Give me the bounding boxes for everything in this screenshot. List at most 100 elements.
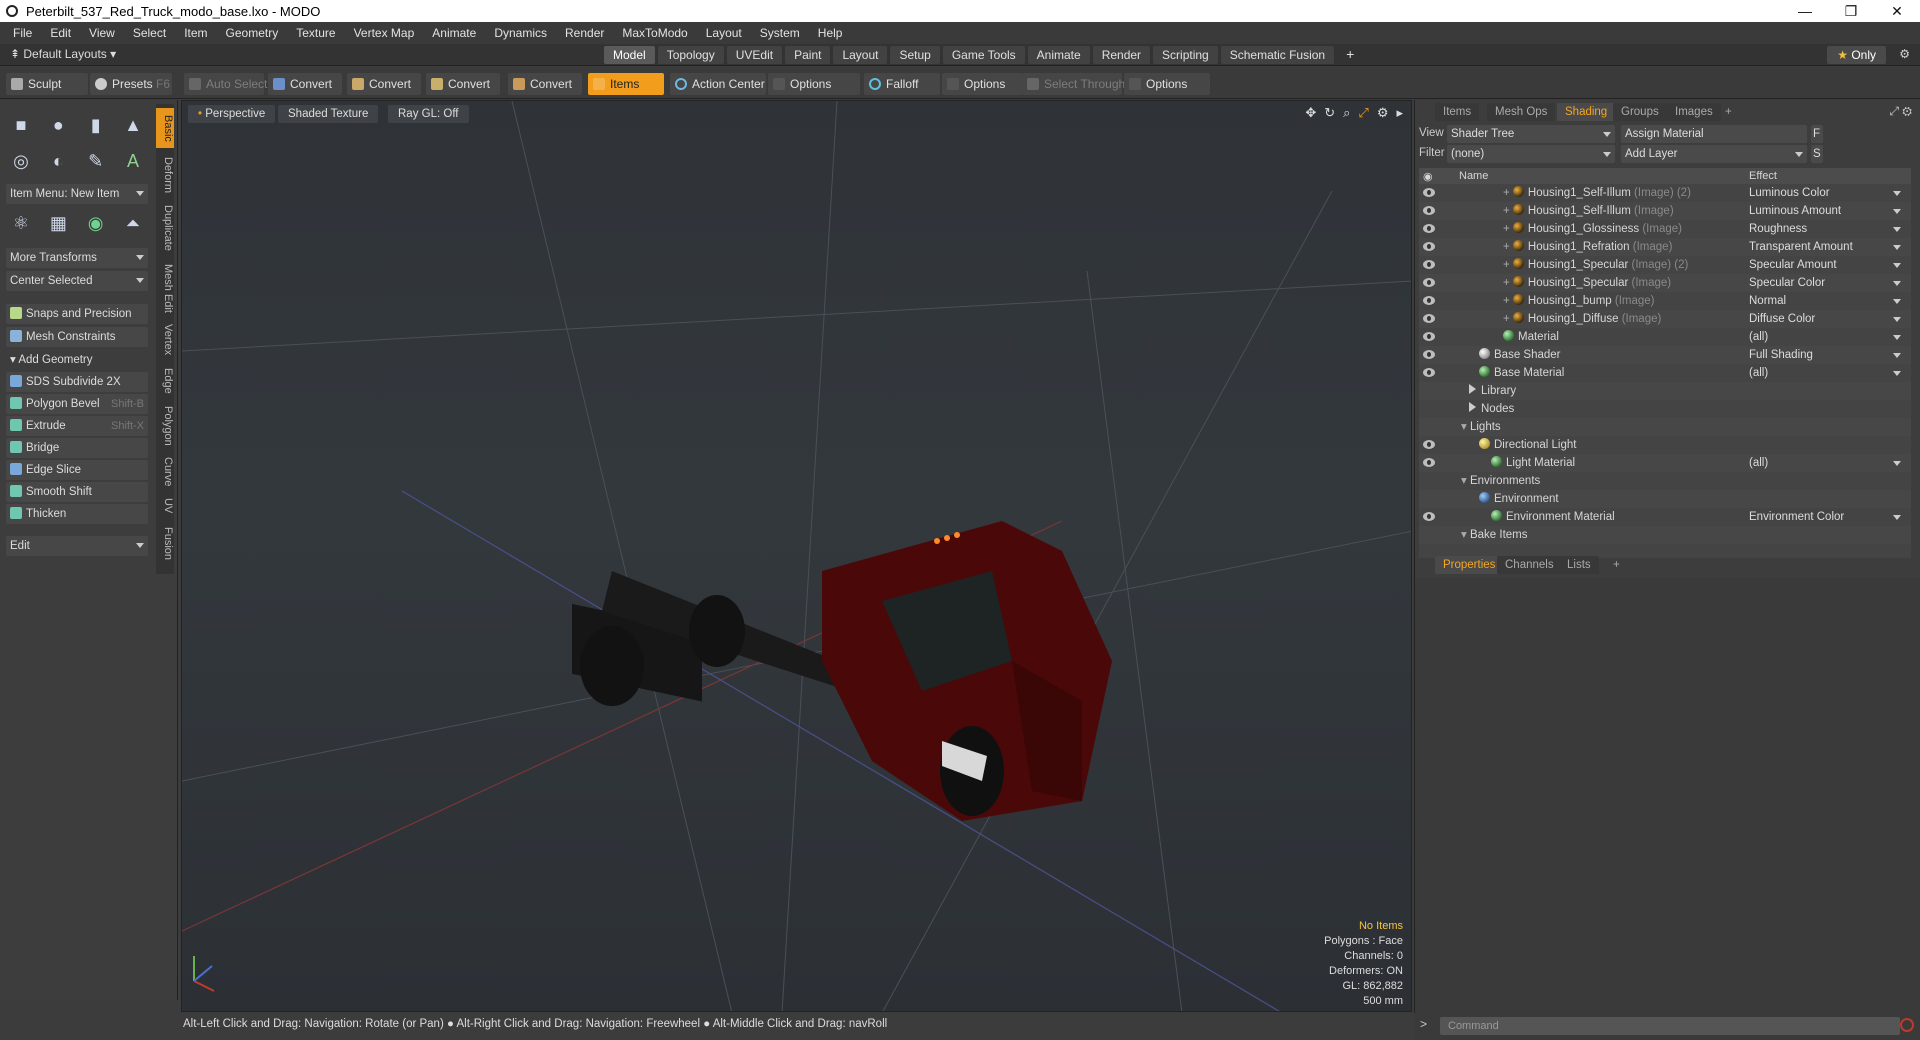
command-input[interactable]: Command bbox=[1440, 1017, 1900, 1035]
effect-dropdown[interactable]: (all) bbox=[1749, 364, 1903, 382]
collapse-triangle-icon[interactable]: ▾ bbox=[1461, 421, 1470, 433]
extrude-button[interactable]: Extrude Shift-X bbox=[6, 416, 148, 436]
visibility-eye-icon[interactable] bbox=[1423, 368, 1435, 377]
visibility-eye-icon[interactable] bbox=[1423, 296, 1435, 305]
f-button[interactable]: F bbox=[1811, 125, 1823, 143]
cylinder-icon[interactable]: ▮ bbox=[81, 110, 111, 140]
vtab-curve[interactable]: Curve bbox=[156, 454, 174, 490]
expand-plus-icon[interactable]: + bbox=[1503, 313, 1513, 325]
edit-dropdown[interactable]: Edit bbox=[6, 536, 148, 556]
tree-row[interactable]: ▾ Environments bbox=[1419, 472, 1911, 490]
visibility-eye-icon[interactable] bbox=[1423, 332, 1435, 341]
effect-dropdown[interactable]: Roughness bbox=[1749, 220, 1903, 238]
close-button[interactable]: ✕ bbox=[1874, 0, 1920, 22]
minimize-button[interactable]: — bbox=[1782, 0, 1828, 22]
tree-row[interactable]: Nodes bbox=[1419, 400, 1911, 418]
edge-slice-button[interactable]: Edge Slice bbox=[6, 460, 148, 480]
globe-icon[interactable]: ◉ bbox=[81, 208, 111, 238]
menu-help[interactable]: Help bbox=[809, 26, 852, 40]
tree-row[interactable]: + Housing1_Glossiness (Image) Roughness bbox=[1419, 220, 1911, 238]
menu-maxtomodo[interactable]: MaxToModo bbox=[613, 26, 696, 40]
polygon-bevel-button[interactable]: Polygon Bevel Shift-B bbox=[6, 394, 148, 414]
menu-texture[interactable]: Texture bbox=[287, 26, 344, 40]
visibility-eye-icon[interactable] bbox=[1423, 512, 1435, 521]
effect-dropdown[interactable]: Specular Color bbox=[1749, 274, 1903, 292]
tree-row[interactable]: + Housing1_Self-Illum (Image) (2) Luminou… bbox=[1419, 184, 1911, 202]
visibility-eye-icon[interactable] bbox=[1423, 242, 1435, 251]
action-center-button[interactable]: Action Center bbox=[670, 73, 766, 95]
effect-dropdown[interactable]: Normal bbox=[1749, 292, 1903, 310]
vtab-vertex[interactable]: Vertex bbox=[156, 320, 174, 360]
torus-icon[interactable]: ◎ bbox=[6, 146, 36, 176]
sphere-icon[interactable]: ● bbox=[43, 110, 73, 140]
grid-icon[interactable]: ▦ bbox=[43, 208, 73, 238]
tab-mesh-ops[interactable]: Mesh Ops bbox=[1487, 103, 1556, 121]
visibility-eye-icon[interactable] bbox=[1423, 224, 1435, 233]
tab-topology[interactable]: Topology bbox=[657, 46, 724, 64]
add-layer-dropdown[interactable]: Add Layer bbox=[1621, 145, 1807, 163]
expand-plus-icon[interactable]: + bbox=[1503, 223, 1513, 235]
add-tab-button[interactable]: + bbox=[1337, 46, 1363, 64]
visibility-eye-icon[interactable] bbox=[1423, 458, 1435, 467]
convert-edge-button[interactable]: Convert bbox=[347, 73, 421, 95]
menu-layout[interactable]: Layout bbox=[697, 26, 751, 40]
tab-scripting[interactable]: Scripting bbox=[1153, 46, 1218, 64]
item-menu-dropdown[interactable]: Item Menu: New Item bbox=[6, 184, 148, 204]
tab-animate[interactable]: Animate bbox=[1027, 46, 1090, 64]
collapse-triangle-icon[interactable]: ▾ bbox=[1461, 475, 1470, 487]
tree-row[interactable]: ▾ Bake Items bbox=[1419, 526, 1911, 544]
more-transforms-dropdown[interactable]: More Transforms bbox=[6, 248, 148, 268]
tree-row[interactable]: Base Shader Full Shading bbox=[1419, 346, 1911, 364]
effect-dropdown[interactable]: Transparent Amount bbox=[1749, 238, 1903, 256]
menu-dynamics[interactable]: Dynamics bbox=[485, 26, 556, 40]
menu-system[interactable]: System bbox=[751, 26, 809, 40]
ray-gl-button[interactable]: Ray GL: Off bbox=[388, 105, 469, 123]
select-options-button[interactable]: Options bbox=[1124, 73, 1210, 95]
tab-model[interactable]: Model bbox=[604, 46, 655, 64]
tree-row[interactable]: + Housing1_Diffuse (Image) Diffuse Color bbox=[1419, 310, 1911, 328]
menu-edit[interactable]: Edit bbox=[41, 26, 80, 40]
tab-channels[interactable]: Channels bbox=[1497, 556, 1562, 574]
visibility-eye-icon[interactable] bbox=[1423, 260, 1435, 269]
effect-dropdown[interactable]: Environment Color bbox=[1749, 508, 1903, 526]
cube-icon[interactable]: ■ bbox=[6, 110, 36, 140]
expand-plus-icon[interactable]: + bbox=[1503, 187, 1513, 199]
tab-uvedit[interactable]: UVEdit bbox=[726, 46, 783, 64]
visibility-eye-icon[interactable] bbox=[1423, 188, 1435, 197]
effect-column-header[interactable]: Effect bbox=[1749, 170, 1777, 182]
vtab-fusion[interactable]: Fusion bbox=[156, 524, 174, 564]
snaps-precision-button[interactable]: Snaps and Precision bbox=[6, 304, 148, 324]
move-view-icon[interactable]: ✥ bbox=[1305, 105, 1316, 121]
zoom-icon[interactable]: ⌕ bbox=[1343, 105, 1350, 121]
tree-row[interactable]: Base Material (all) bbox=[1419, 364, 1911, 382]
menu-vertex-map[interactable]: Vertex Map bbox=[345, 26, 424, 40]
presets-button[interactable]: Presets F6 bbox=[90, 73, 172, 95]
visibility-eye-icon[interactable] bbox=[1423, 314, 1435, 323]
convert-polygon-button[interactable]: Convert bbox=[426, 73, 500, 95]
tab-groups[interactable]: Groups bbox=[1613, 103, 1667, 121]
view-dropdown[interactable]: Shader Tree bbox=[1447, 125, 1615, 143]
name-column-header[interactable]: Name bbox=[1459, 170, 1488, 182]
tab-lists[interactable]: Lists bbox=[1559, 556, 1599, 574]
tree-row[interactable]: ▾ Lights bbox=[1419, 418, 1911, 436]
assign-material-button[interactable]: Assign Material bbox=[1621, 125, 1807, 143]
visibility-eye-icon[interactable] bbox=[1423, 206, 1435, 215]
view-type-button[interactable]: • Perspective bbox=[188, 105, 276, 123]
tree-row[interactable]: + Housing1_Refration (Image) Transparent … bbox=[1419, 238, 1911, 256]
add-bottom-tab-icon[interactable]: + bbox=[1605, 556, 1628, 574]
vtab-uv[interactable]: UV bbox=[156, 494, 174, 518]
convert-material-button[interactable]: Convert bbox=[508, 73, 582, 95]
menu-render[interactable]: Render bbox=[556, 26, 613, 40]
visibility-eye-icon[interactable] bbox=[1423, 278, 1435, 287]
3d-viewport[interactable]: • Perspective Shaded Texture Ray GL: Off… bbox=[181, 100, 1412, 1012]
vtab-duplicate[interactable]: Duplicate bbox=[156, 200, 174, 256]
menu-view[interactable]: View bbox=[80, 26, 124, 40]
vtab-edge[interactable]: Edge bbox=[156, 364, 174, 398]
thicken-button[interactable]: Thicken bbox=[6, 504, 148, 524]
tree-row[interactable]: + Housing1_bump (Image) Normal bbox=[1419, 292, 1911, 310]
convert-vertex-button[interactable]: Convert bbox=[268, 73, 342, 95]
tree-row[interactable]: Library bbox=[1419, 382, 1911, 400]
tree-row[interactable]: + Housing1_Specular (Image) (2) Specular … bbox=[1419, 256, 1911, 274]
tab-layout[interactable]: Layout bbox=[833, 46, 888, 64]
effect-dropdown[interactable]: (all) bbox=[1749, 454, 1903, 472]
